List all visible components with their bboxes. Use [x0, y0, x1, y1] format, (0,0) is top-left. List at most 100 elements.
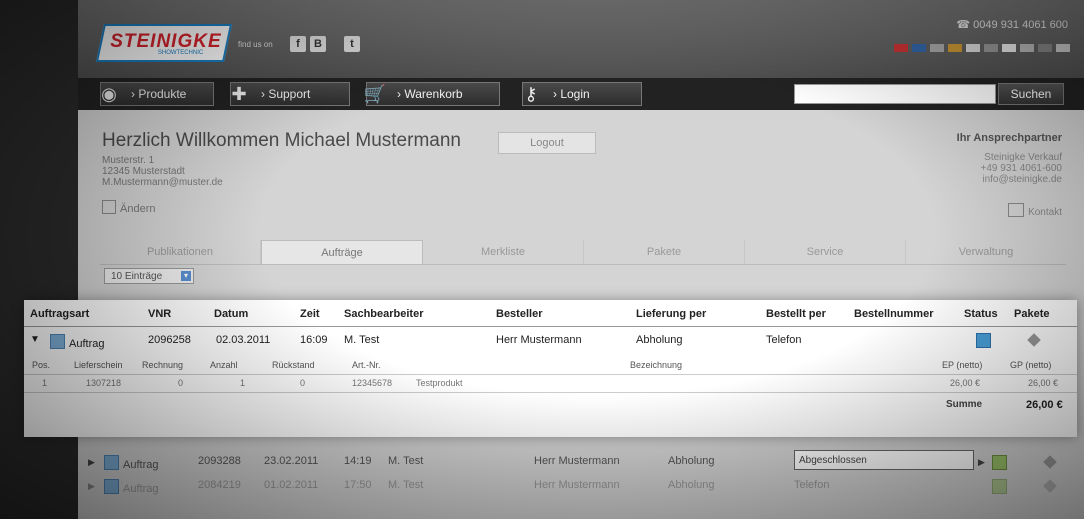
nav-warenkorb[interactable]: 🛒 › Warenkorb: [364, 82, 500, 106]
row-vnr: 2093288: [198, 455, 241, 467]
sub-col-ep: EP (netto): [942, 360, 983, 370]
item-pos: 1: [42, 378, 48, 388]
package-icon[interactable]: [1027, 333, 1041, 347]
status-icon[interactable]: [992, 455, 1007, 470]
nav-produkte[interactable]: ◉ › Produkte: [100, 82, 214, 106]
expand-arrow-icon[interactable]: ▶: [88, 481, 95, 492]
top-header: STEINIGKE SHOWTECHNIC find us on f B t ☎…: [78, 0, 1084, 78]
col-datum[interactable]: Datum: [214, 308, 248, 320]
order-besteller: Herr Mustermann: [496, 334, 582, 346]
sub-col-pos: Pos.: [32, 360, 51, 370]
sub-col-anzahl: Anzahl: [210, 360, 238, 370]
order-detail-panel: Auftragsart VNR Datum Zeit Sachbearbeite…: [24, 300, 1077, 437]
col-lieferung[interactable]: Lieferung per: [636, 308, 706, 320]
select-arrow-icon: ▾: [181, 271, 191, 281]
language-flags[interactable]: [894, 44, 1070, 52]
status-person-icon[interactable]: [976, 333, 991, 348]
kontakt-button[interactable]: Kontakt: [1008, 203, 1062, 218]
tab-pakete[interactable]: Pakete: [584, 240, 745, 264]
order-icon: [104, 455, 119, 470]
blog-icon[interactable]: B: [310, 36, 326, 52]
row-lieferung: Abholung: [668, 479, 715, 491]
welcome-heading: Herzlich Willkommen Michael Mustermann: [102, 130, 461, 151]
tab-merkliste[interactable]: Merkliste: [423, 240, 584, 264]
tab-publikationen[interactable]: Publikationen: [100, 240, 261, 264]
contact-phone: +49 931 4061-600: [980, 163, 1062, 174]
package-icon[interactable]: [1043, 479, 1057, 493]
order-sachbearbeiter: M. Test: [344, 334, 380, 346]
row-datum: 23.02.2011: [264, 455, 319, 467]
package-icon[interactable]: [1043, 455, 1057, 469]
status-popup: Abgeschlossen: [794, 450, 974, 470]
twitter-icon[interactable]: t: [344, 36, 360, 52]
logout-button[interactable]: Logout: [498, 132, 596, 154]
sub-col-artnr: Art.-Nr.: [352, 360, 381, 370]
facebook-icon[interactable]: f: [290, 36, 306, 52]
order-datum: 02.03.2011: [216, 334, 271, 346]
col-pakete[interactable]: Pakete: [1014, 308, 1049, 320]
entries-select[interactable]: 10 Einträge ▾: [104, 268, 194, 284]
expand-arrow-icon[interactable]: ▶: [88, 457, 95, 468]
steinigke-logo[interactable]: STEINIGKE SHOWTECHNIC: [95, 24, 233, 62]
entries-select-value: 10 Einträge: [111, 271, 163, 282]
address-email: M.Mustermann@muster.de: [102, 177, 223, 188]
col-zeit[interactable]: Zeit: [300, 308, 320, 320]
header-divider: [24, 326, 1077, 327]
item-rueckstand: 0: [300, 378, 306, 388]
row-zeit: 17:50: [344, 479, 372, 491]
logo-subtext: SHOWTECHNIC: [157, 50, 204, 56]
search-input[interactable]: [794, 84, 996, 104]
order-vnr: 2096258: [148, 334, 191, 346]
order-icon: [104, 479, 119, 494]
nav-support-label: › Support: [261, 87, 311, 101]
order-bestellt: Telefon: [766, 334, 802, 346]
col-vnr[interactable]: VNR: [148, 308, 171, 320]
nav-login[interactable]: ⚷ › Login: [522, 82, 642, 106]
nav-warenkorb-label: › Warenkorb: [397, 87, 463, 101]
edit-button[interactable]: Ändern: [102, 200, 155, 215]
nav-support[interactable]: ✚ › Support: [230, 82, 350, 106]
table-row[interactable]: ▶ Auftrag 2084219 01.02.2011 17:50 M. Te…: [78, 475, 1084, 497]
contact-name: Steinigke Verkauf: [984, 152, 1062, 163]
status-icon[interactable]: [992, 479, 1007, 494]
sub-col-gp: GP (netto): [1010, 360, 1052, 370]
search-button[interactable]: Suchen: [998, 83, 1064, 105]
contact-email: info@steinigke.de: [982, 174, 1062, 185]
col-auftragsart[interactable]: Auftragsart: [30, 308, 89, 320]
col-sachbearbeiter[interactable]: Sachbearbeiter: [344, 308, 423, 320]
item-bezeichnung: Testprodukt: [416, 378, 463, 388]
sub-col-lieferschein: Lieferschein: [74, 360, 123, 370]
nav-produkte-label: › Produkte: [131, 87, 187, 101]
item-ep: 26,00 €: [950, 378, 981, 388]
tab-auftraege[interactable]: Aufträge: [261, 240, 423, 264]
contact-box: Ihr Ansprechpartner Steinigke Verkauf +4…: [957, 133, 1062, 186]
row-datum: 01.02.2011: [264, 479, 319, 491]
sum-value: 26,00 €: [1026, 399, 1063, 411]
edit-label: Ändern: [120, 203, 156, 215]
tab-verwaltung[interactable]: Verwaltung: [906, 240, 1066, 264]
col-bestellnummer[interactable]: Bestellnummer: [854, 308, 933, 320]
col-besteller[interactable]: Besteller: [496, 308, 542, 320]
row-art: Auftrag: [104, 455, 158, 471]
order-lieferung: Abholung: [636, 334, 683, 346]
tab-service[interactable]: Service: [745, 240, 906, 264]
user-address: Musterstr. 1 12345 Musterstadt M.Musterm…: [102, 155, 223, 188]
order-icon: [50, 334, 65, 349]
item-anzahl: 1: [240, 378, 246, 388]
row-art: Auftrag: [104, 479, 158, 495]
edit-icon: [102, 200, 116, 214]
row-besteller: Herr Mustermann: [534, 479, 620, 491]
collapse-arrow-icon[interactable]: ▼: [30, 334, 40, 345]
order-type: Auftrag: [50, 334, 104, 350]
popup-arrow-icon: ▶: [978, 457, 985, 467]
col-bestellt[interactable]: Bestellt per: [766, 308, 826, 320]
globe-icon: ◉: [101, 84, 117, 104]
address-street: Musterstr. 1: [102, 155, 155, 166]
col-status[interactable]: Status: [964, 308, 998, 320]
row-sachbearbeiter: M. Test: [388, 479, 424, 491]
phone-number: ☎ 0049 931 4061 600: [956, 19, 1068, 31]
row-sachbearbeiter: M. Test: [388, 455, 424, 467]
sum-label: Summe: [946, 399, 983, 410]
item-lieferschein: 1307218: [86, 378, 122, 388]
item-rechnung: 0: [178, 378, 184, 388]
